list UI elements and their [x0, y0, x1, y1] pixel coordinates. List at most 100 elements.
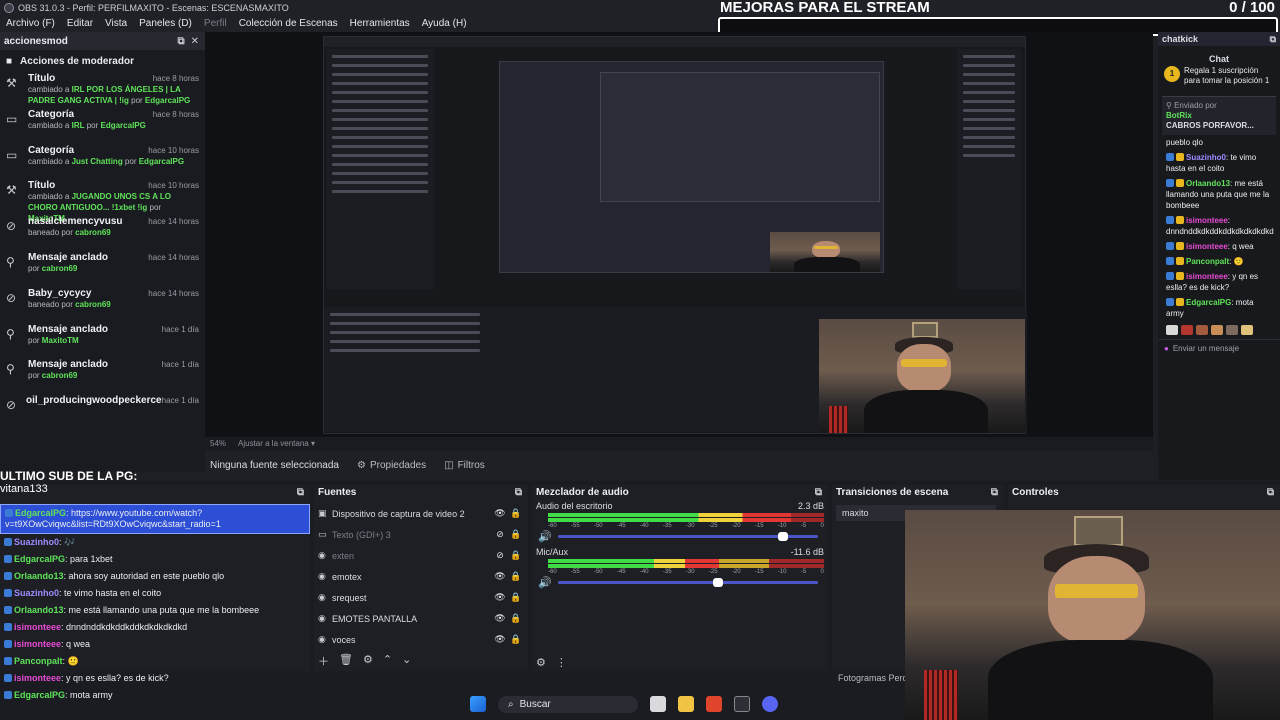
- menu-item-5[interactable]: Colección de Escenas: [233, 18, 344, 29]
- task-view-icon[interactable]: [650, 696, 666, 712]
- zoom-mode-select[interactable]: Ajustar a la ventana ▾: [238, 439, 315, 448]
- speaker-icon[interactable]: 🔊: [538, 576, 552, 589]
- chat-username[interactable]: Orlaando13: [1186, 179, 1230, 188]
- sources-dock: Fuentes ⧉ ▣ Dispositivo de captura de vid…: [314, 485, 528, 671]
- undock-icon[interactable]: ⧉: [297, 487, 310, 498]
- source-item[interactable]: ◉ voces 👁 🔒: [314, 629, 528, 650]
- nested-inner-preview: [499, 61, 884, 273]
- chat-username[interactable]: EdgarcalPG: [1186, 298, 1231, 307]
- undock-icon[interactable]: ⧉: [1270, 34, 1276, 44]
- menu-item-6[interactable]: Herramientas: [344, 18, 416, 29]
- lock-icon[interactable]: 🔒: [508, 508, 524, 519]
- chat-message: Panconpalt: 🙂: [1158, 254, 1280, 269]
- moderator-action-item[interactable]: ⚲ Mensaje anclado hace 1 día por cabron69: [0, 359, 205, 395]
- action-detail: cambiado a Just Chatting por EdgarcalPG: [28, 156, 185, 166]
- lock-icon[interactable]: 🔒: [508, 529, 524, 540]
- menu-item-2[interactable]: Vista: [99, 18, 133, 29]
- menu-item-1[interactable]: Editar: [61, 18, 99, 29]
- mic-icon[interactable]: ●: [1164, 344, 1169, 353]
- chat-username[interactable]: Panconpalt: [1186, 257, 1229, 266]
- overlay-chat-text: : dnndnddkdkddkddkdkdkdkdkd: [61, 622, 188, 632]
- moderator-action-item[interactable]: ⊘ nasalclemencyvusu hace 14 horas baneado p…: [0, 216, 205, 252]
- lock-icon[interactable]: 🔒: [508, 571, 524, 582]
- dock-title: Fuentes: [318, 486, 357, 498]
- eye-icon[interactable]: 👁: [492, 571, 508, 582]
- undock-icon[interactable]: ⧉: [991, 487, 1004, 498]
- source-type-icon: ◉: [318, 613, 326, 623]
- lock-icon[interactable]: 🔒: [508, 550, 524, 561]
- undock-icon[interactable]: ⧉: [177, 36, 184, 47]
- eye-hidden-icon[interactable]: ⊘: [492, 529, 508, 540]
- track-name: Mic/Aux: [536, 547, 569, 557]
- action-title: Mensaje anclado: [28, 323, 109, 335]
- remove-source-icon[interactable]: 🗑: [339, 653, 353, 669]
- settings-icon[interactable]: ⚙: [363, 653, 373, 669]
- action-time: hace 8 horas: [152, 74, 199, 83]
- overlay-chat-message: isimonteee: q wea: [0, 636, 310, 653]
- moderator-action-item[interactable]: ⚲ Mensaje anclado hace 1 día por MaxitoTM: [0, 324, 205, 360]
- undock-icon[interactable]: ⧉: [515, 487, 528, 498]
- moderator-action-item[interactable]: ⊘ oil_producingwoodpeckerce hace 1 día: [0, 395, 205, 431]
- obs-logo-icon: [4, 2, 14, 13]
- eye-icon[interactable]: 👁: [492, 592, 508, 603]
- chat-input[interactable]: ● Enviar un mensaje: [1158, 339, 1280, 357]
- chat-username[interactable]: isimonteee: [1186, 272, 1228, 281]
- brave-browser-icon[interactable]: [706, 696, 722, 712]
- close-icon[interactable]: ✕: [191, 36, 199, 47]
- eye-hidden-icon[interactable]: ⊘: [492, 550, 508, 561]
- moderator-action-item[interactable]: ▭ Categoría hace 10 horas cambiado a Just C…: [0, 145, 205, 181]
- source-item[interactable]: ◉ EMOTES PANTALLA 👁 🔒: [314, 608, 528, 629]
- menu-item-0[interactable]: Archivo (F): [0, 18, 61, 29]
- more-icon[interactable]: ⋮: [556, 656, 567, 669]
- properties-button[interactable]: ⚙ Propiedades: [357, 460, 426, 471]
- source-item[interactable]: ◉ emotex 👁 🔒: [314, 566, 528, 587]
- moderator-action-item[interactable]: ▭ Categoría hace 8 horas cambiado a IRL por…: [0, 109, 205, 145]
- source-item[interactable]: ▣ Dispositivo de captura de video 2 👁 🔒: [314, 503, 528, 524]
- file-explorer-icon[interactable]: [678, 696, 694, 712]
- eye-icon[interactable]: 👁: [492, 508, 508, 519]
- chat-text: : q wea: [1227, 242, 1254, 251]
- chat-username[interactable]: isimonteee: [1186, 216, 1228, 225]
- chat-label: Chat: [1209, 54, 1229, 64]
- overlay-chat-message: EdgarcalPG: para 1xbet: [0, 551, 310, 568]
- chat-username[interactable]: Suazinho0: [1186, 153, 1226, 162]
- eye-icon[interactable]: 👁: [492, 634, 508, 645]
- move-down-icon[interactable]: ⌄: [402, 653, 411, 669]
- moderator-action-item[interactable]: ⚒ Título hace 10 horas cambiado a JUGANDO U…: [0, 180, 205, 223]
- discord-icon[interactable]: [762, 696, 778, 712]
- lock-icon[interactable]: 🔒: [508, 613, 524, 624]
- obs-app-icon[interactable]: [734, 696, 750, 712]
- mixer-track: Mic/Aux -11.6 dB -60 -55 -50 -45 -40 -35 -30 -25-…: [532, 545, 828, 591]
- taskbar-search[interactable]: ⌕ Buscar: [498, 695, 638, 713]
- menu-item-4[interactable]: Perfil: [198, 18, 233, 29]
- speaker-icon[interactable]: 🔊: [538, 530, 552, 543]
- moderator-action-item[interactable]: ⊘ Baby_cycycy hace 14 horas baneado por cab…: [0, 288, 205, 324]
- lock-icon[interactable]: 🔒: [508, 634, 524, 645]
- moderator-action-item[interactable]: ⚒ Título hace 8 horas cambiado a IRL POR LO…: [0, 73, 205, 109]
- emote-bar[interactable]: [1158, 321, 1280, 339]
- gift-sub-prompt[interactable]: 1 Regala 1 suscripción para tomar la pos…: [1158, 66, 1280, 86]
- menu-item-7[interactable]: Ayuda (H): [416, 18, 473, 29]
- undock-icon[interactable]: ⧉: [815, 487, 828, 498]
- move-up-icon[interactable]: ⌃: [383, 653, 392, 669]
- add-source-icon[interactable]: ＋: [318, 653, 329, 669]
- volume-slider[interactable]: [557, 532, 818, 541]
- windows-start-icon[interactable]: [470, 696, 486, 712]
- moderator-action-item[interactable]: ⚲ Mensaje anclado hace 14 horas por cabron6…: [0, 252, 205, 288]
- chat-username[interactable]: isimonteee: [1186, 242, 1228, 251]
- menu-item-3[interactable]: Paneles (D): [133, 18, 198, 29]
- filters-button[interactable]: ◫ Filtros: [444, 460, 485, 471]
- volume-slider[interactable]: [557, 578, 818, 587]
- gear-icon[interactable]: ⚙: [536, 656, 546, 669]
- goal-count: 0 / 100: [1229, 0, 1275, 16]
- undock-icon[interactable]: ⧉: [1267, 487, 1280, 498]
- source-item[interactable]: ◉ srequest 👁 🔒: [314, 587, 528, 608]
- overlay-chat-message: EdgarcalPG: mota army: [0, 687, 310, 704]
- source-item[interactable]: ▭ Texto (GDI+) 3 ⊘ 🔒: [314, 524, 528, 545]
- source-item[interactable]: ◉ exten ⊘ 🔒: [314, 545, 528, 566]
- moderator-heading-text: Acciones de moderador: [20, 56, 134, 67]
- scene-preview[interactable]: [205, 32, 1153, 437]
- chat-text: pueblo qlo: [1166, 138, 1203, 147]
- eye-icon[interactable]: 👁: [492, 613, 508, 624]
- lock-icon[interactable]: 🔒: [508, 592, 524, 603]
